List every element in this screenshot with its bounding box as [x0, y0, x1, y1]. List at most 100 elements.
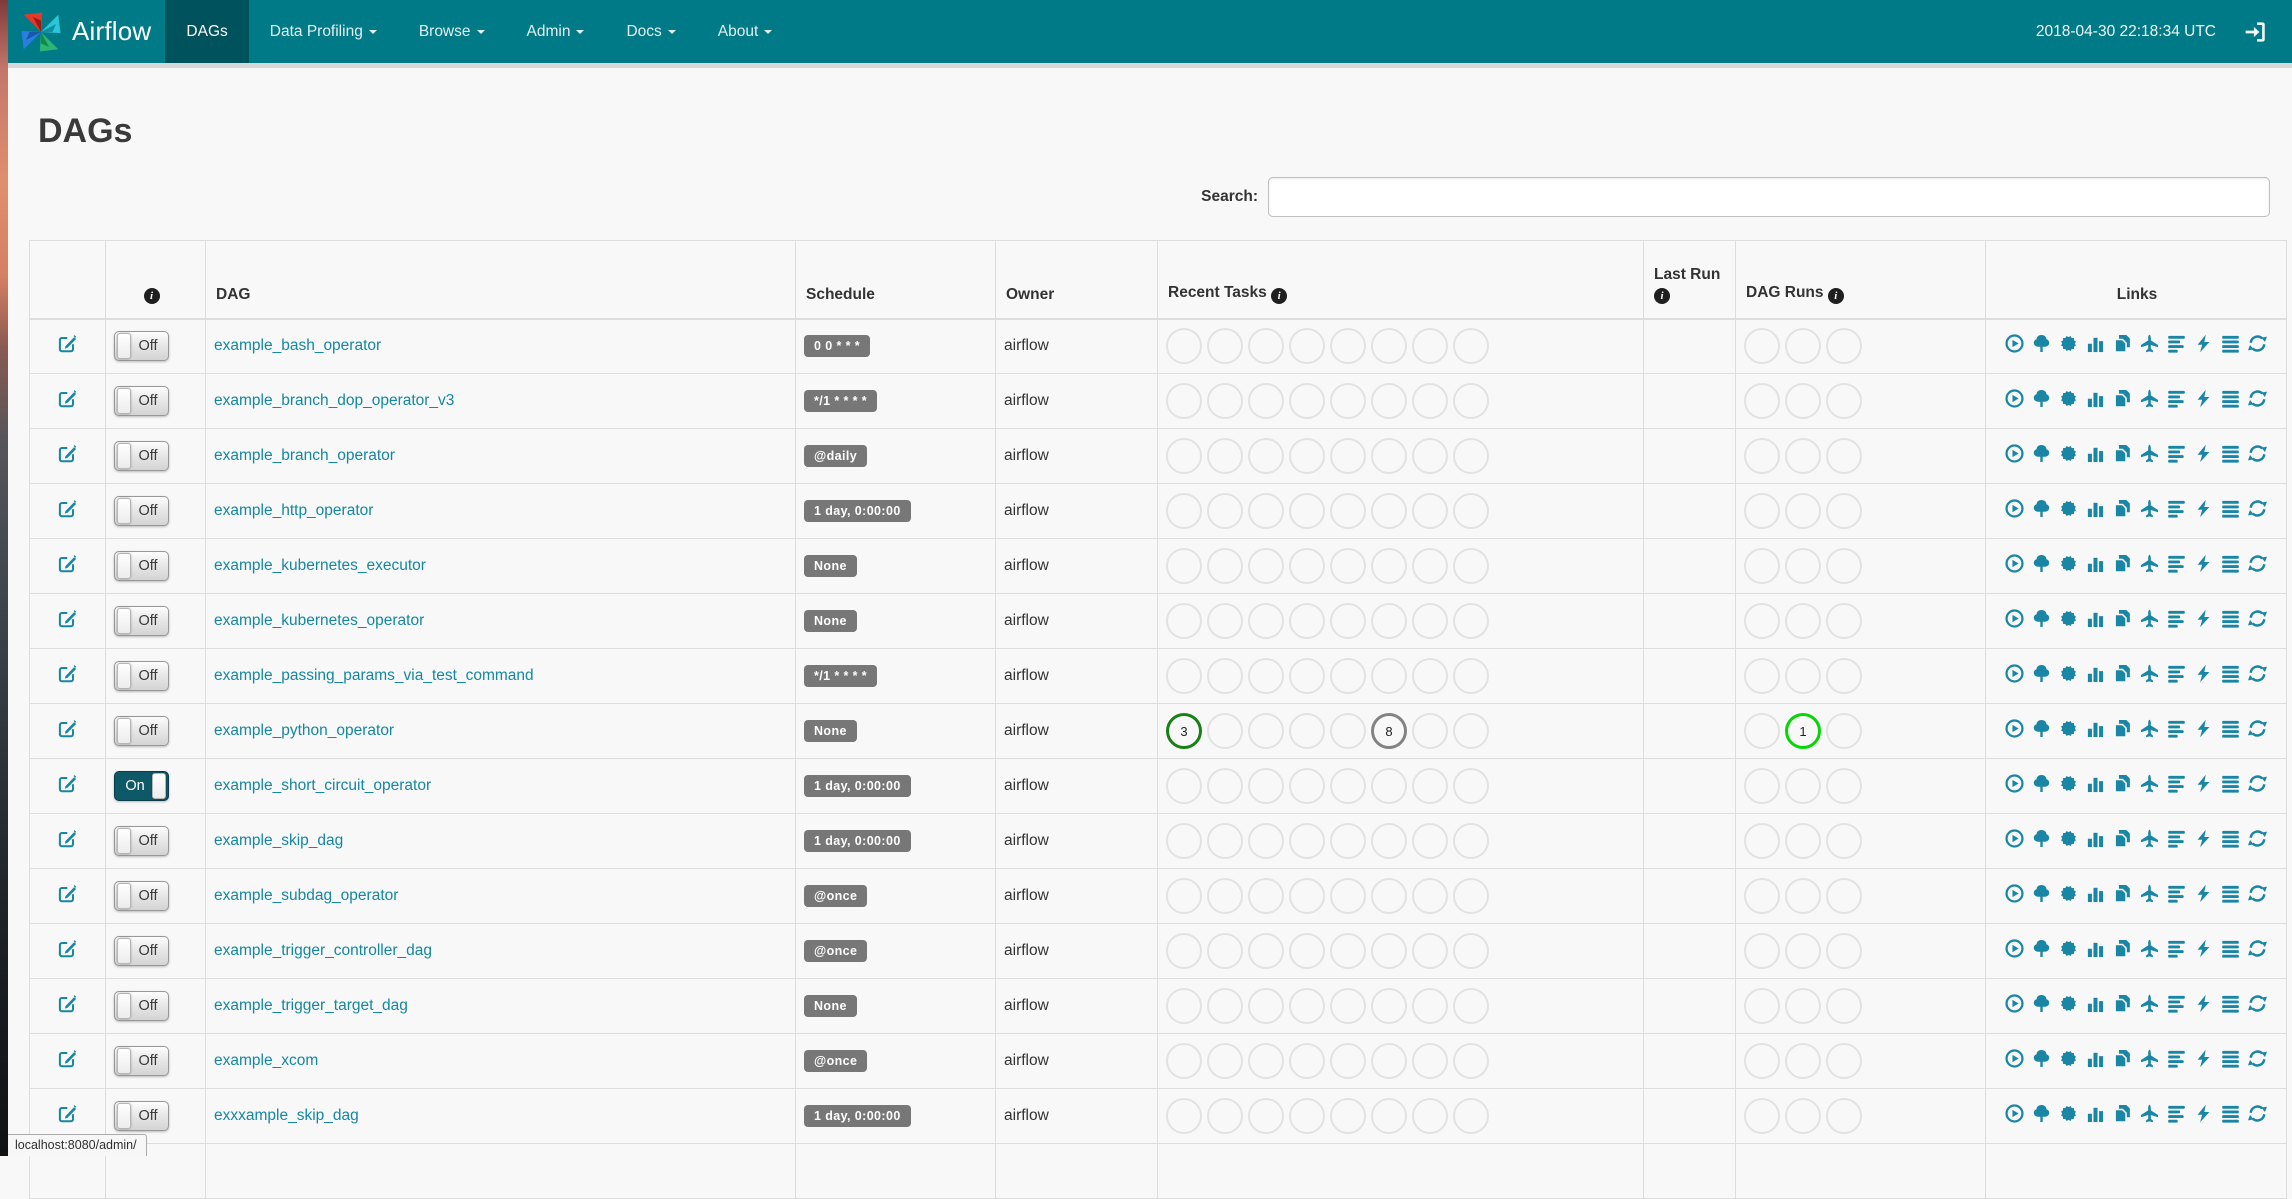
edit-dag-icon[interactable]	[58, 1104, 77, 1123]
task-state-circle[interactable]	[1207, 933, 1243, 969]
task-state-circle[interactable]	[1371, 878, 1407, 914]
task-state-circle[interactable]	[1744, 383, 1780, 419]
graph-view-sunburst-icon[interactable]	[2059, 774, 2078, 793]
task-state-circle[interactable]	[1166, 1043, 1202, 1079]
task-state-circle[interactable]	[1166, 768, 1202, 804]
code-view-flash-icon[interactable]	[2194, 554, 2213, 573]
landing-times-plane-icon[interactable]	[2140, 499, 2159, 518]
task-state-circle[interactable]	[1744, 768, 1780, 804]
edit-dag-icon[interactable]	[58, 554, 77, 573]
code-view-flash-icon[interactable]	[2194, 334, 2213, 353]
task-state-circle[interactable]	[1453, 988, 1489, 1024]
code-view-flash-icon[interactable]	[2194, 389, 2213, 408]
task-state-circle[interactable]	[1785, 1098, 1821, 1134]
task-state-circle[interactable]	[1744, 548, 1780, 584]
task-state-circle[interactable]	[1785, 603, 1821, 639]
schedule-badge[interactable]: None	[804, 610, 857, 632]
refresh-dag-icon[interactable]	[2248, 1049, 2267, 1068]
code-view-flash-icon[interactable]	[2194, 939, 2213, 958]
task-state-circle[interactable]	[1826, 713, 1862, 749]
trigger-dag-play-circle-icon[interactable]	[2005, 829, 2024, 848]
task-state-circle[interactable]	[1371, 933, 1407, 969]
task-state-circle[interactable]	[1826, 438, 1862, 474]
task-state-circle[interactable]	[1289, 493, 1325, 529]
edit-dag-icon[interactable]	[58, 664, 77, 683]
code-view-flash-icon[interactable]	[2194, 499, 2213, 518]
dag-pause-toggle[interactable]: Off	[114, 826, 169, 856]
dag-pause-toggle[interactable]: Off	[114, 331, 169, 362]
trigger-dag-play-circle-icon[interactable]	[2005, 994, 2024, 1013]
gantt-view-align-left-icon[interactable]	[2167, 719, 2186, 738]
task-tries-duplicate-icon[interactable]	[2113, 444, 2132, 463]
nav-item-docs[interactable]: Docs	[605, 0, 696, 63]
task-state-circle[interactable]	[1166, 988, 1202, 1024]
info-icon[interactable]: i	[1827, 287, 1844, 304]
task-state-circle[interactable]	[1207, 823, 1243, 859]
trigger-dag-play-circle-icon[interactable]	[2005, 389, 2024, 408]
task-state-circle[interactable]	[1248, 768, 1284, 804]
task-tries-duplicate-icon[interactable]	[2113, 774, 2132, 793]
task-state-circle[interactable]	[1330, 493, 1366, 529]
task-state-circle[interactable]	[1330, 823, 1366, 859]
refresh-dag-icon[interactable]	[2248, 1104, 2267, 1123]
gantt-view-align-left-icon[interactable]	[2167, 609, 2186, 628]
task-state-circle[interactable]	[1785, 933, 1821, 969]
logs-align-justify-icon[interactable]	[2221, 609, 2240, 628]
tree-view-icon[interactable]	[2032, 994, 2051, 1013]
refresh-dag-icon[interactable]	[2248, 499, 2267, 518]
task-state-circle[interactable]	[1330, 988, 1366, 1024]
trigger-dag-play-circle-icon[interactable]	[2005, 499, 2024, 518]
task-tries-duplicate-icon[interactable]	[2113, 719, 2132, 738]
refresh-dag-icon[interactable]	[2248, 939, 2267, 958]
task-state-circle[interactable]	[1289, 878, 1325, 914]
edit-dag-icon[interactable]	[58, 499, 77, 518]
task-state-circle[interactable]	[1207, 988, 1243, 1024]
trigger-dag-play-circle-icon[interactable]	[2005, 939, 2024, 958]
task-state-circle[interactable]: 1	[1785, 713, 1821, 749]
landing-times-plane-icon[interactable]	[2140, 829, 2159, 848]
task-state-circle[interactable]	[1453, 548, 1489, 584]
task-state-circle[interactable]	[1744, 878, 1780, 914]
refresh-dag-icon[interactable]	[2248, 774, 2267, 793]
task-state-circle[interactable]	[1166, 878, 1202, 914]
task-state-circle[interactable]	[1248, 713, 1284, 749]
logs-align-justify-icon[interactable]	[2221, 554, 2240, 573]
dag-link[interactable]: example_trigger_controller_dag	[214, 942, 432, 959]
schedule-badge[interactable]: None	[804, 720, 857, 742]
tree-view-icon[interactable]	[2032, 664, 2051, 683]
task-state-circle[interactable]	[1248, 988, 1284, 1024]
task-state-circle[interactable]	[1289, 658, 1325, 694]
trigger-dag-play-circle-icon[interactable]	[2005, 1104, 2024, 1123]
trigger-dag-play-circle-icon[interactable]	[2005, 554, 2024, 573]
task-state-circle[interactable]	[1166, 383, 1202, 419]
task-duration-chart-icon[interactable]	[2086, 389, 2105, 408]
landing-times-plane-icon[interactable]	[2140, 884, 2159, 903]
refresh-dag-icon[interactable]	[2248, 389, 2267, 408]
tree-view-icon[interactable]	[2032, 499, 2051, 518]
task-state-circle[interactable]	[1371, 823, 1407, 859]
tree-view-icon[interactable]	[2032, 1049, 2051, 1068]
task-state-circle[interactable]	[1166, 548, 1202, 584]
task-state-circle[interactable]	[1412, 658, 1448, 694]
task-state-circle[interactable]	[1207, 768, 1243, 804]
logs-align-justify-icon[interactable]	[2221, 719, 2240, 738]
task-tries-duplicate-icon[interactable]	[2113, 609, 2132, 628]
task-state-circle[interactable]	[1289, 383, 1325, 419]
tree-view-icon[interactable]	[2032, 554, 2051, 573]
logs-align-justify-icon[interactable]	[2221, 664, 2240, 683]
landing-times-plane-icon[interactable]	[2140, 664, 2159, 683]
task-tries-duplicate-icon[interactable]	[2113, 1104, 2132, 1123]
task-state-circle[interactable]	[1207, 713, 1243, 749]
task-state-circle[interactable]	[1453, 493, 1489, 529]
task-state-circle[interactable]	[1248, 1043, 1284, 1079]
logs-align-justify-icon[interactable]	[2221, 774, 2240, 793]
logs-align-justify-icon[interactable]	[2221, 994, 2240, 1013]
landing-times-plane-icon[interactable]	[2140, 554, 2159, 573]
landing-times-plane-icon[interactable]	[2140, 994, 2159, 1013]
edit-dag-icon[interactable]	[58, 1049, 77, 1068]
nav-item-browse[interactable]: Browse	[398, 0, 506, 63]
landing-times-plane-icon[interactable]	[2140, 444, 2159, 463]
task-state-circle[interactable]	[1412, 603, 1448, 639]
dag-pause-toggle[interactable]: Off	[114, 551, 169, 581]
edit-dag-icon[interactable]	[58, 444, 77, 463]
